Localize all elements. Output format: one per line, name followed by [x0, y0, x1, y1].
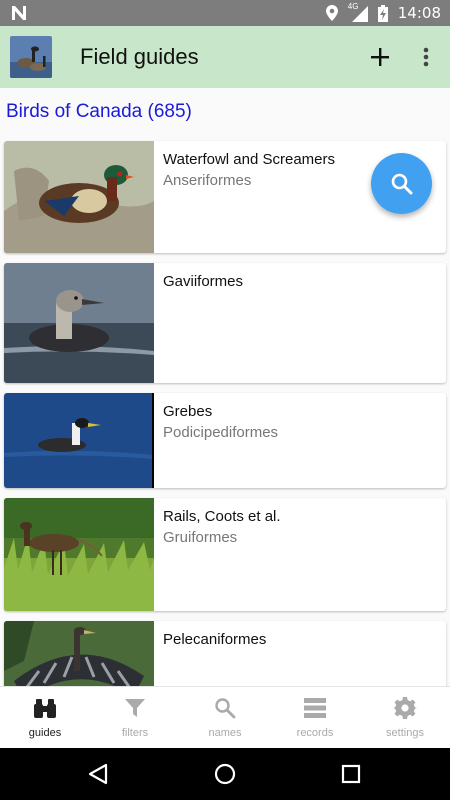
nav-guides[interactable]: guides	[0, 687, 90, 749]
signal-icon	[351, 6, 368, 22]
app-logo	[10, 36, 52, 78]
list-item[interactable]: Pelecaniformes	[4, 621, 446, 686]
plus-icon[interactable]	[366, 43, 394, 71]
home-icon[interactable]	[213, 762, 237, 786]
nav-label: names	[208, 727, 242, 739]
more-vert-icon[interactable]	[414, 43, 438, 71]
group-list: Waterfowl and Screamers Anseriformes Gav…	[0, 140, 450, 686]
battery-icon	[377, 4, 388, 22]
nav-records[interactable]: records	[270, 687, 360, 749]
network-indicator: 4G	[348, 2, 368, 22]
list-item[interactable]: Grebes Podicipediformes	[4, 393, 446, 488]
group-latin-name: Podicipediformes	[163, 424, 279, 441]
group-name: Rails, Coots et al.	[163, 508, 281, 525]
bottom-nav: guides filters names records settings	[0, 686, 450, 748]
bird-photo	[4, 393, 154, 488]
back-icon[interactable]	[86, 762, 110, 786]
nav-settings[interactable]: settings	[360, 687, 450, 749]
list-icon	[304, 698, 326, 718]
bird-photo	[4, 621, 154, 686]
bird-photo	[4, 263, 154, 383]
location-icon	[325, 5, 338, 21]
gear-icon	[393, 697, 417, 719]
binoculars-icon	[34, 699, 56, 718]
recents-icon[interactable]	[339, 762, 363, 786]
filter-icon	[125, 699, 145, 717]
nav-filters[interactable]: filters	[90, 687, 180, 749]
group-name: Gaviiformes	[163, 273, 244, 290]
page-title: Field guides	[80, 44, 199, 69]
notification-n-icon	[12, 6, 26, 20]
list-item[interactable]: Rails, Coots et al. Gruiformes	[4, 498, 446, 611]
group-name: Waterfowl and Screamers	[163, 151, 336, 168]
search-fab[interactable]	[371, 153, 432, 214]
app-bar: Field guides	[0, 26, 450, 88]
nav-label: settings	[386, 727, 424, 739]
status-bar: 4G 14:08	[0, 0, 450, 26]
group-latin-name: Gruiformes	[163, 529, 238, 546]
bird-photo	[4, 498, 154, 611]
nav-label: records	[296, 727, 334, 739]
group-name: Pelecaniformes	[163, 631, 267, 648]
guide-title[interactable]: Birds of Canada (685)	[6, 101, 192, 123]
search-icon	[391, 173, 412, 194]
search-icon	[215, 698, 236, 719]
nav-label: filters	[121, 727, 149, 739]
group-latin-name: Anseriformes	[163, 172, 252, 189]
system-nav-bar	[0, 748, 450, 800]
list-item[interactable]: Gaviiformes	[4, 263, 446, 383]
nav-names[interactable]: names	[180, 687, 270, 749]
nav-label: guides	[28, 727, 62, 739]
group-name: Grebes	[163, 403, 213, 420]
bird-photo	[4, 141, 154, 253]
clock: 14:08	[397, 4, 441, 22]
